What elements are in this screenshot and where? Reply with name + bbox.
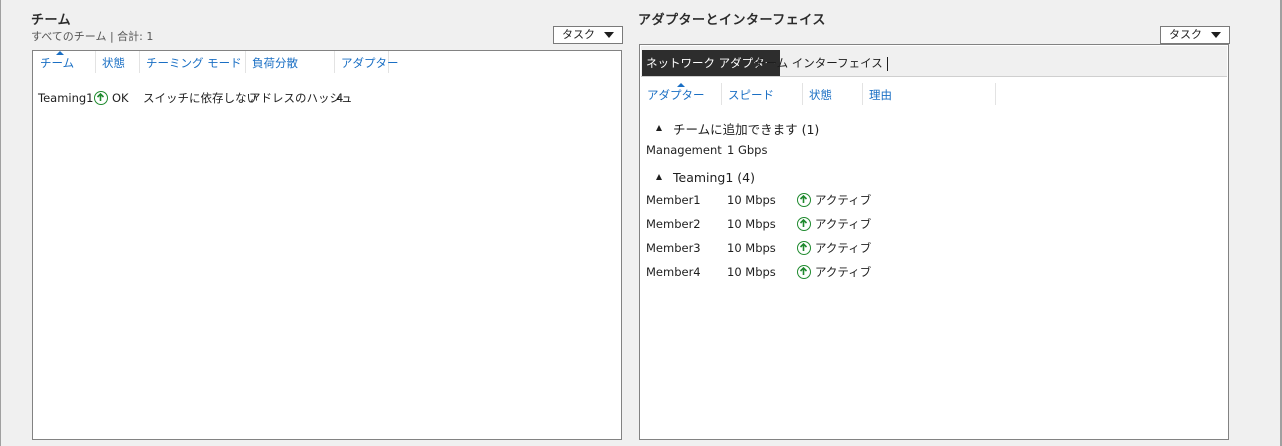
adapter-name: Member2 — [646, 217, 701, 231]
adapter-name: Member4 — [646, 265, 701, 279]
status-text: アクティブ — [815, 241, 872, 255]
team-adapters: 4 — [336, 91, 344, 105]
tab-label: チーム インターフェイス — [754, 56, 883, 70]
column-teaming-mode[interactable]: チーミング モード — [140, 51, 246, 73]
status-text: アクティブ — [815, 217, 872, 231]
status-up-icon — [797, 265, 811, 279]
teams-task-button[interactable]: タスク — [553, 26, 623, 44]
team-load-balancing: アドレスのハッシュ — [249, 91, 353, 105]
column-adapter[interactable]: アダプター — [641, 83, 722, 105]
column-team[interactable]: チーム — [34, 51, 96, 73]
group-label: チームに追加できます (1) — [673, 122, 820, 137]
status-text: OK — [112, 91, 129, 105]
adapter-speed: 10 Mbps — [727, 193, 776, 207]
status-text: アクティブ — [815, 193, 872, 207]
table-row[interactable]: Member1 10 Mbps アクティブ — [640, 191, 881, 209]
adapters-task-button[interactable]: タスク — [1160, 26, 1230, 44]
table-row[interactable]: Member2 10 Mbps アクティブ — [640, 215, 881, 233]
adapters-column-header: アダプター スピード 状態 理由 — [641, 83, 996, 105]
column-label: 負荷分散 — [252, 56, 298, 70]
team-status: OK — [93, 91, 139, 105]
collapse-triangle-icon — [656, 173, 662, 180]
column-label: アダプター — [647, 88, 705, 102]
column-state[interactable]: 状態 — [803, 83, 863, 105]
status-text: アクティブ — [815, 265, 872, 279]
column-label: アダプター — [341, 56, 399, 70]
task-label: タスク — [562, 28, 595, 41]
sort-ascending-icon — [677, 83, 685, 87]
column-adapters[interactable]: アダプター — [335, 51, 399, 73]
status-up-icon — [94, 91, 108, 105]
adapter-speed: 10 Mbps — [727, 241, 776, 255]
column-load-balancing[interactable]: 負荷分散 — [246, 51, 335, 73]
status-up-icon — [797, 217, 811, 231]
adapter-speed: 10 Mbps — [727, 265, 776, 279]
column-label: チーム — [40, 56, 75, 70]
adapter-status: アクティブ — [791, 216, 881, 232]
table-row[interactable]: Member3 10 Mbps アクティブ — [640, 239, 881, 257]
group-header-available[interactable]: チームに追加できます (1) — [656, 119, 819, 138]
team-name: Teaming1 — [38, 91, 94, 105]
adapter-name: Member3 — [646, 241, 701, 255]
teams-summary: すべてのチーム | 合計: 1 — [31, 30, 154, 43]
collapse-triangle-icon — [656, 124, 662, 131]
adapter-name: Member1 — [646, 193, 701, 207]
dropdown-arrow-icon — [604, 32, 614, 38]
adapters-panel: ネットワーク アダプター チーム インターフェイス アダプター スピード 状態 … — [639, 44, 1229, 440]
column-label: 状態 — [809, 88, 832, 102]
column-reason[interactable]: 理由 — [863, 83, 996, 105]
status-up-icon — [797, 241, 811, 255]
sort-ascending-icon — [56, 51, 64, 55]
team-mode: スイッチに依存しない — [143, 91, 258, 105]
tab-team-interfaces[interactable]: チーム インターフェイス — [750, 50, 892, 76]
column-label: 理由 — [869, 88, 892, 102]
group-header-teaming1[interactable]: Teaming1 (4) — [656, 170, 755, 185]
adapter-status: アクティブ — [791, 264, 881, 280]
column-label: 状態 — [102, 56, 125, 70]
adapter-status: アクティブ — [791, 192, 881, 208]
text-cursor — [886, 56, 888, 71]
column-status[interactable]: 状態 — [96, 51, 140, 73]
column-label: スピード — [728, 88, 774, 102]
adapter-status: アクティブ — [791, 240, 881, 256]
adapters-tabbar: ネットワーク アダプター チーム インターフェイス — [641, 46, 1227, 77]
teams-column-header: チーム 状態 チーミング モード 負荷分散 アダプター — [34, 51, 399, 73]
teams-panel: チーム 状態 チーミング モード 負荷分散 アダプター Teaming1 OK … — [32, 50, 622, 440]
dropdown-arrow-icon — [1211, 32, 1221, 38]
status-up-icon — [797, 193, 811, 207]
column-speed[interactable]: スピード — [722, 83, 803, 105]
table-row[interactable]: Teaming1 OK スイッチに依存しない アドレスのハッシュ 4 — [33, 89, 390, 107]
adapters-title: アダプターとインターフェイス — [638, 13, 826, 28]
left-edge — [0, 0, 1, 446]
adapter-name: Management — [646, 143, 722, 157]
adapter-speed: 10 Mbps — [727, 217, 776, 231]
task-label: タスク — [1169, 28, 1202, 41]
adapter-speed: 1 Gbps — [727, 143, 768, 157]
table-row[interactable]: Member4 10 Mbps アクティブ — [640, 263, 881, 281]
column-label: チーミング モード — [146, 56, 242, 70]
table-row[interactable]: Management 1 Gbps — [640, 141, 802, 159]
group-label: Teaming1 (4) — [673, 170, 756, 185]
teams-title: チーム — [31, 13, 72, 28]
